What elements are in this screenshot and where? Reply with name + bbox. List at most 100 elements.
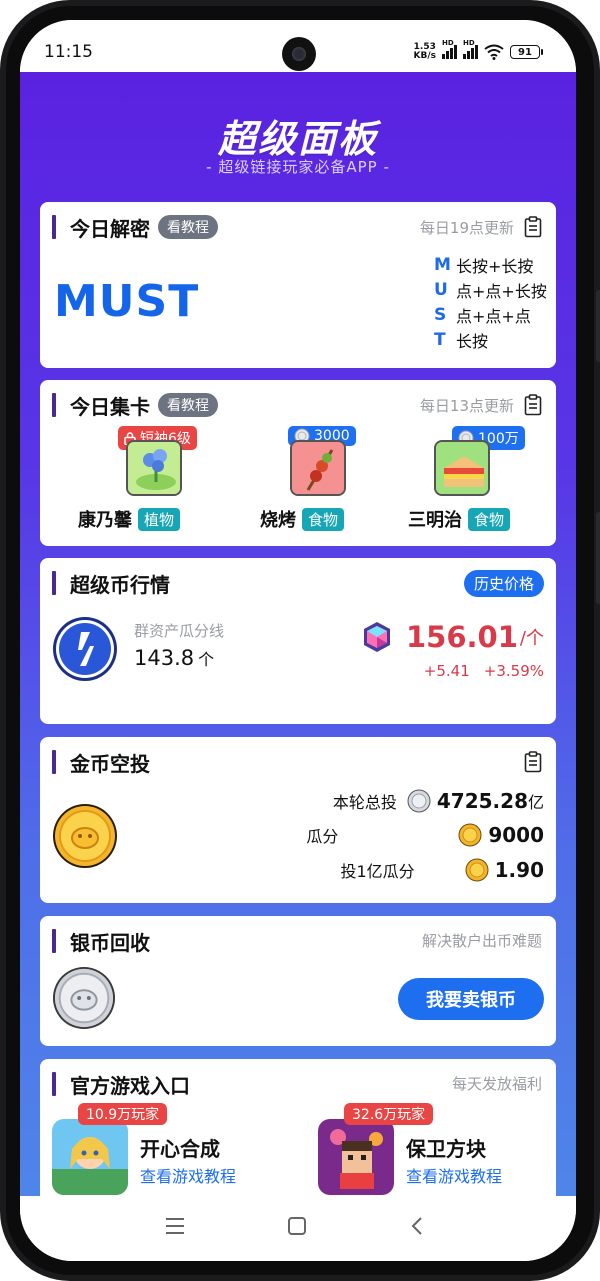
happy-merge-icon [52, 1119, 128, 1195]
barbecue-thumb [290, 440, 346, 496]
card-items: 短袖6级 康乃馨 植物 3000 烧烤 食物 100万 三明治 食物 [40, 426, 556, 536]
card-name: 烧烤 [260, 510, 296, 531]
screen: 11:15 1.53 KB/s HD HD 91 超级面板 - 超级链接玩家必备… [20, 20, 576, 1261]
card-tag: 植物 [138, 507, 181, 531]
section-bar [52, 571, 56, 595]
decode-word: MUST [54, 276, 200, 327]
game-players-badge: 10.9万玩家 [78, 1103, 168, 1125]
decode-title: 今日解密 [70, 216, 150, 241]
front-camera [282, 37, 316, 71]
share-line-label: 群资产瓜分线 [134, 622, 225, 640]
gold-coin-icon [465, 858, 489, 882]
games-title: 官方游戏入口 [70, 1073, 190, 1098]
decode-update: 每日19点更新 [420, 216, 542, 238]
card-name: 康乃馨 [78, 510, 132, 531]
airdrop-per-label: 投1亿瓜分 [340, 862, 415, 881]
game-tutorial-link[interactable]: 查看游戏教程 [140, 1163, 236, 1187]
network-speed: 1.53 KB/s [414, 43, 436, 61]
collect-card: 今日集卡 看教程 每日13点更新 短袖6级 康乃馨 植物 3000 烧烤 食物 … [40, 380, 556, 546]
card-item-sandwich[interactable]: 100万 三明治 食物 [406, 426, 556, 536]
decode-letter: S [434, 304, 447, 325]
card-tag: 食物 [468, 507, 511, 531]
collect-tutorial-button[interactable]: 看教程 [158, 393, 218, 417]
card-name-row: 康乃馨 植物 [78, 506, 181, 532]
hd-label-2: HD [463, 39, 475, 47]
section-bar [52, 929, 56, 953]
recycle-card: 银币回收 解决散户出币难题 我要卖银币 [40, 916, 556, 1046]
history-price-button[interactable]: 历史价格 [463, 570, 544, 597]
game-entry-defend-block[interactable]: 32.6万玩家 保卫方块 查看游戏教程 [318, 1103, 558, 1195]
market-header: 超级币行情 [52, 570, 170, 597]
games-desc-text: 每天发放福利 [451, 1075, 542, 1093]
market-card: 超级币行情 历史价格 群资产瓜分线 143.8 个 156.01 /个 +5.4… [40, 558, 556, 724]
status-time: 11:15 [44, 42, 93, 62]
sell-silver-button[interactable]: 我要卖银币 [398, 978, 544, 1020]
decode-action: 点+点+长按 [456, 281, 547, 301]
airdrop-header: 金币空投 [52, 749, 150, 776]
card-item-barbecue[interactable]: 3000 烧烤 食物 [252, 426, 402, 536]
price-change: +5.41 +3.59% [424, 662, 544, 680]
menu-icon[interactable] [163, 1214, 187, 1238]
speed-unit: KB/s [413, 51, 436, 61]
collect-update: 每日13点更新 [420, 394, 542, 416]
gold-coin-icon [458, 823, 482, 847]
section-bar [52, 393, 56, 417]
recycle-header: 银币回收 [52, 928, 150, 955]
status-bar: 11:15 1.53 KB/s HD HD 91 [20, 20, 576, 72]
app-title: 超级面板 [217, 117, 378, 161]
clipboard-icon[interactable] [524, 394, 542, 416]
airdrop-share-label: 瓜分 [306, 827, 339, 846]
home-icon[interactable] [285, 1214, 309, 1238]
airdrop-total-row: 本轮总投 4725.28 亿 [333, 787, 544, 815]
game-name: 开心合成 [140, 1137, 220, 1161]
airdrop-card: 金币空投 本轮总投 4725.28 亿 瓜分 9000 投1亿瓜分 1.90 [40, 737, 556, 903]
airdrop-total-unit: 亿 [527, 793, 544, 812]
game-tutorial-link[interactable]: 查看游戏教程 [406, 1163, 502, 1187]
decode-row: M 长按+长按 [434, 252, 547, 277]
silver-coin-icon [52, 966, 116, 1030]
card-tag: 食物 [302, 507, 345, 531]
card-name-row: 烧烤 食物 [260, 506, 345, 532]
signal-icon: HD [442, 39, 457, 59]
decode-letter: U [434, 279, 448, 300]
clipboard-icon[interactable] [524, 751, 542, 773]
sandwich-thumb [434, 440, 490, 496]
collect-header: 今日集卡 看教程 [52, 392, 218, 419]
phone-frame: 11:15 1.53 KB/s HD HD 91 超级面板 - 超级链接玩家必备… [0, 0, 600, 1281]
price-value: 156.01 [406, 620, 518, 654]
app-content[interactable]: 超级面板 - 超级链接玩家必备APP - 今日解密 看教程 每日19点更新 MU… [20, 72, 576, 1196]
decode-letter: T [434, 329, 446, 350]
status-icons: 1.53 KB/s HD HD 91 [414, 39, 543, 61]
price-change-abs: +5.41 [423, 662, 470, 680]
clipboard-icon[interactable] [524, 216, 542, 238]
section-bar [52, 215, 56, 239]
coin-price: 156.01 /个 [360, 620, 544, 654]
decode-letter: M [434, 254, 451, 275]
decode-action: 长按 [456, 331, 489, 351]
silver-coin-icon [407, 789, 431, 813]
decode-row: U 点+点+长按 [434, 277, 547, 302]
price-unit: /个 [519, 628, 544, 649]
airdrop-per-value: 1.90 [494, 858, 544, 882]
airdrop-total-label: 本轮总投 [332, 793, 397, 812]
app-subtitle: - 超级链接玩家必备APP - [206, 158, 390, 176]
history-price-label: 历史价格 [463, 570, 544, 597]
airdrop-per-row: 投1亿瓜分 1.90 [340, 856, 544, 884]
recycle-title: 银币回收 [70, 930, 150, 955]
card-item-carnation[interactable]: 短袖6级 康乃馨 植物 [76, 426, 226, 536]
card-name-row: 三明治 食物 [408, 506, 511, 532]
back-icon[interactable] [406, 1214, 430, 1238]
share-line-unit: 个 [198, 650, 215, 669]
decode-tutorial-button[interactable]: 看教程 [158, 215, 218, 239]
price-change-pct: +3.59% [483, 662, 544, 680]
airdrop-actions [524, 751, 542, 773]
decode-action: 点+点+点 [456, 306, 531, 326]
collect-title: 今日集卡 [70, 394, 150, 419]
collect-update-text: 每日13点更新 [419, 396, 514, 415]
share-line-amount: 143.8 [134, 646, 195, 670]
games-header: 官方游戏入口 [52, 1071, 190, 1098]
game-entry-happy-merge[interactable]: 10.9万玩家 开心合成 查看游戏教程 [52, 1103, 292, 1195]
gem-icon [364, 622, 390, 652]
airdrop-share-row: 瓜分 9000 [306, 821, 544, 849]
system-nav-bar [20, 1196, 576, 1261]
